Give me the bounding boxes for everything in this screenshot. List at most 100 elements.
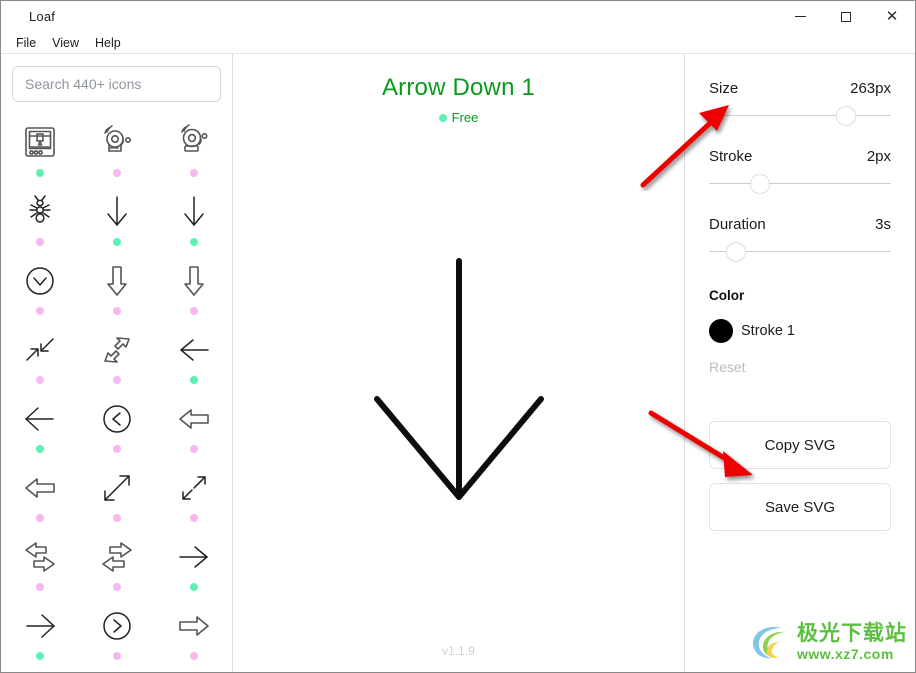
icon-cell-chevron-down-circle-icon[interactable] [1,254,78,323]
menu-bar: File View Help [1,32,915,54]
icon-cell-3d-printer-icon[interactable] [1,116,78,185]
search-input[interactable] [12,66,221,102]
stroke-label: Stroke [709,148,753,165]
arrow-expand-block-icon [91,327,143,373]
icon-cell-ant-icon[interactable] [1,185,78,254]
icon-cell-alarm-bell-alt-icon[interactable] [155,116,232,185]
icon-cell-arrow-right-thin-icon[interactable] [155,530,232,599]
icon-cell-arrow-left-thin-icon[interactable] [155,323,232,392]
stroke-row: Stroke 2px [709,148,891,165]
panel-actions: Copy SVG Save SVG [709,421,891,531]
settings-panel: Size 263px Stroke 2px Duration 3s Color … [685,54,915,672]
close-button[interactable]: ✕ [869,1,915,32]
icon-cell-arrow-left-block-2-icon[interactable] [1,461,78,530]
icon-cell-chevron-left-circle-icon[interactable] [78,392,155,461]
color-item-stroke-1[interactable]: Stroke 1 [709,319,891,343]
menu-item-view[interactable]: View [44,34,87,52]
arrow-diagonal-icon [91,465,143,511]
preview-title: Arrow Down 1 [381,74,536,101]
icon-cell-arrow-diagonal-icon[interactable] [78,461,155,530]
premium-dot-icon [112,307,121,315]
free-dot-icon [189,583,198,591]
icon-cell-arrow-down-block-icon[interactable] [78,254,155,323]
stroke-value: 2px [866,148,891,165]
minimize-icon [794,16,806,17]
icon-cell-arrow-expand-diag-icon[interactable] [155,461,232,530]
arrow-left-icon [14,396,66,442]
arrow-collapse-icon [14,327,66,373]
icon-cell-arrow-swap-block-2-icon[interactable] [78,530,155,599]
arrow-swap-block-2-icon [91,534,143,580]
premium-dot-icon [189,514,198,522]
arrow-swap-block-icon [14,534,66,580]
icon-cell-arrow-down-block-2-icon[interactable] [155,254,232,323]
menu-item-file[interactable]: File [8,34,44,52]
close-icon: ✕ [885,8,899,25]
premium-dot-icon [112,583,121,591]
minimize-button[interactable] [777,1,823,32]
copy-svg-button[interactable]: Copy SVG [709,421,891,469]
premium-dot-icon [35,376,44,384]
duration-control: Duration 3s [709,216,891,262]
chevron-right-circle-icon [91,603,143,649]
arrow-down-2-icon [168,189,220,235]
duration-slider-thumb[interactable] [726,242,747,262]
title-bar: Loaf ✕ [1,1,915,32]
duration-row: Duration 3s [709,216,891,233]
watermark-cn: 极光下载站 [797,622,907,645]
premium-dot-icon [35,238,44,246]
reset-link[interactable]: Reset [709,359,891,375]
free-dot-icon [189,376,198,384]
icon-cell-arrow-swap-block-icon[interactable] [1,530,78,599]
preview-stage [233,125,684,672]
3d-printer-icon [14,120,66,166]
icon-cell-arrow-down-1-icon[interactable] [78,185,155,254]
premium-dot-icon [35,307,44,315]
free-dot-icon [35,169,44,177]
icon-cell-chevron-right-circle-icon[interactable] [78,599,155,668]
premium-dot-icon [35,514,44,522]
duration-slider[interactable] [709,242,891,262]
stroke-slider[interactable] [709,174,891,194]
menu-item-help[interactable]: Help [87,34,129,52]
tier-badge: Free [438,110,479,125]
icon-cell-arrow-left-icon[interactable] [1,392,78,461]
premium-dot-icon [112,652,121,660]
color-swatch[interactable] [709,319,733,343]
arrow-left-thin-icon [168,327,220,373]
color-section-title: Color [709,288,745,303]
icon-cell-arrow-right-block-icon[interactable] [155,599,232,668]
size-slider-thumb[interactable] [835,106,856,126]
premium-dot-icon [189,307,198,315]
free-dot-icon [189,238,198,246]
size-slider[interactable] [709,106,891,126]
search-container [1,54,232,112]
chevron-down-circle-icon [14,258,66,304]
duration-value: 3s [875,216,891,233]
arrow-expand-diag-icon [168,465,220,511]
arrow-right-block-icon [168,603,220,649]
window-controls: ✕ [777,1,915,32]
icon-cell-arrow-expand-block-icon[interactable] [78,323,155,392]
arrow-down-block-2-icon [168,258,220,304]
icon-cell-arrow-down-2-icon[interactable] [155,185,232,254]
premium-dot-icon [112,445,121,453]
app-window: Loaf ✕ File View Help Arrow [0,0,916,673]
arrow-right-icon [14,603,66,649]
arrow-down-1-preview-icon [373,257,544,500]
save-svg-button[interactable]: Save SVG [709,483,891,531]
stroke-slider-thumb[interactable] [749,174,770,194]
free-dot-icon [35,652,44,660]
tier-badge-label: Free [451,110,479,125]
icon-preview-pane: Arrow Down 1 Free v1.1.9 [233,54,685,672]
size-value: 263px [850,80,891,97]
arrow-right-thin-icon [168,534,220,580]
icon-grid[interactable] [1,112,232,672]
icon-cell-arrow-collapse-icon[interactable] [1,323,78,392]
icon-cell-arrow-right-icon[interactable] [1,599,78,668]
icon-cell-arrow-left-block-icon[interactable] [155,392,232,461]
premium-dot-icon [112,514,121,522]
maximize-button[interactable] [823,1,869,32]
free-dot-icon [35,445,44,453]
icon-cell-alarm-bell-icon[interactable] [78,116,155,185]
